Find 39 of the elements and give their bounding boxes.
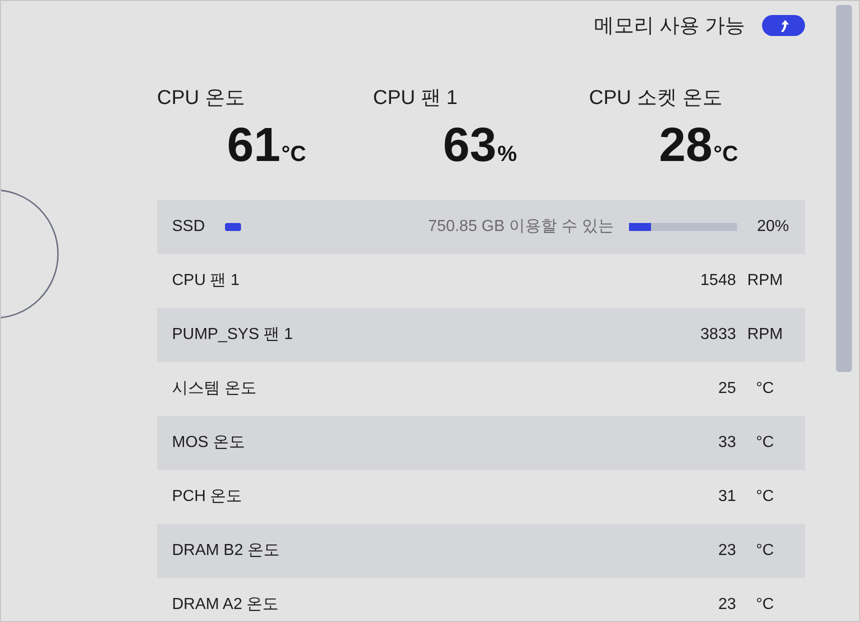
memory-available-label: 메모리 사용 가능 <box>594 14 745 38</box>
free-space-text: 750.85 GB 이용할 수 있는 <box>428 217 614 237</box>
unit-text: °C <box>755 541 775 561</box>
legend-swatch-icon <box>224 223 241 231</box>
percent-text: 20% <box>756 217 789 237</box>
row-label: 시스템 온도 <box>172 379 256 399</box>
row-label: PUMP_SYS 팬 1 <box>172 325 293 345</box>
circle-outline-icon <box>1 189 59 319</box>
stat-value: 61 <box>227 122 280 170</box>
reading-value: 33 <box>718 433 736 453</box>
stat-label: CPU 팬 1 <box>373 86 458 110</box>
reading-value: 1548 <box>700 271 736 291</box>
reading-value: 23 <box>718 541 736 561</box>
stat-unit: °C <box>281 140 306 168</box>
stat-unit: % <box>497 140 517 168</box>
stat-value: 63 <box>443 122 496 170</box>
reading-value: 25 <box>718 379 736 399</box>
stat-label: CPU 온도 <box>157 86 246 110</box>
unit-text: RPM <box>746 325 784 345</box>
reading-value: 23 <box>718 595 736 615</box>
row-label: MOS 온도 <box>172 433 245 453</box>
row-label: DRAM A2 온도 <box>172 595 279 615</box>
row-label: CPU 팬 1 <box>172 271 240 291</box>
unit-text: RPM <box>746 271 784 291</box>
unit-text: °C <box>755 379 775 399</box>
stat-value: 28 <box>659 122 712 170</box>
reading-value: 31 <box>718 487 736 507</box>
unit-text: °C <box>755 487 775 507</box>
arrow-up-icon <box>778 20 788 32</box>
row-label: SSD <box>172 217 205 237</box>
scrollbar-thumb[interactable] <box>836 5 852 372</box>
row-label: DRAM B2 온도 <box>172 541 280 561</box>
unit-text: °C <box>755 433 775 453</box>
unit-text: °C <box>755 595 775 615</box>
row-label: PCH 온도 <box>172 487 242 507</box>
reading-value: 3833 <box>700 325 736 345</box>
stat-unit: °C <box>713 140 738 168</box>
stat-label: CPU 소켓 온도 <box>589 86 724 110</box>
arrow-button[interactable] <box>762 15 805 36</box>
